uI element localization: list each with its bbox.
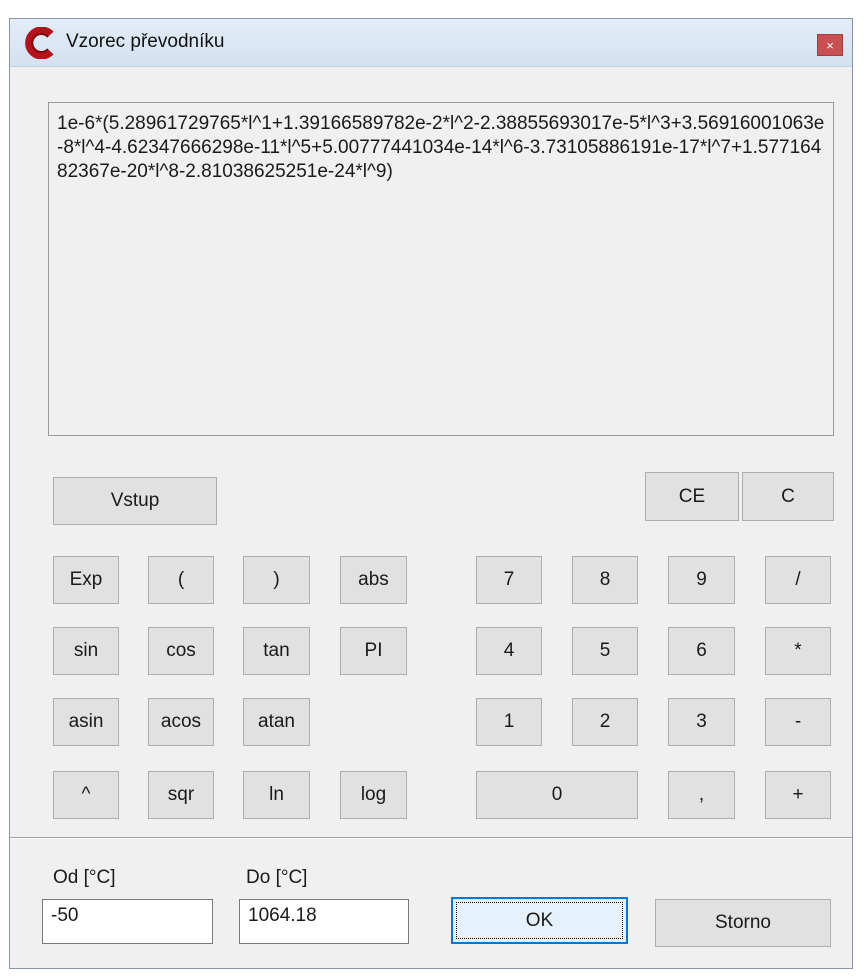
sin-button[interactable]: sin — [53, 627, 119, 675]
clear-button[interactable]: C — [742, 472, 834, 521]
vstup-button[interactable]: Vstup — [53, 477, 217, 525]
clear-entry-button[interactable]: CE — [645, 472, 739, 521]
comma-button[interactable]: , — [668, 771, 735, 819]
right-paren-button[interactable]: ) — [243, 556, 310, 604]
atan-button[interactable]: atan — [243, 698, 310, 746]
digit-2-button[interactable]: 2 — [572, 698, 638, 746]
digit-8-button[interactable]: 8 — [572, 556, 638, 604]
abs-button[interactable]: abs — [340, 556, 407, 604]
digit-3-button[interactable]: 3 — [668, 698, 735, 746]
multiply-button[interactable]: * — [765, 627, 831, 675]
digit-0-button[interactable]: 0 — [476, 771, 638, 819]
from-field[interactable]: -50 — [42, 899, 213, 944]
power-button[interactable]: ^ — [53, 771, 119, 819]
pi-button[interactable]: PI — [340, 627, 407, 675]
digit-4-button[interactable]: 4 — [476, 627, 542, 675]
cancel-button[interactable]: Storno — [655, 899, 831, 947]
ln-button[interactable]: ln — [243, 771, 310, 819]
asin-button[interactable]: asin — [53, 698, 119, 746]
app-logo-icon — [25, 27, 54, 59]
add-button[interactable]: + — [765, 771, 831, 819]
formula-text-area[interactable]: 1e-6*(5.28961729765*l^1+1.39166589782e-2… — [48, 102, 834, 436]
to-field[interactable]: 1064.18 — [239, 899, 409, 944]
focus-outline — [456, 902, 623, 939]
digit-5-button[interactable]: 5 — [572, 627, 638, 675]
left-paren-button[interactable]: ( — [148, 556, 214, 604]
ok-button[interactable]: OK — [451, 897, 628, 944]
digit-6-button[interactable]: 6 — [668, 627, 735, 675]
subtract-button[interactable]: - — [765, 698, 831, 746]
to-label: Do [°C] — [246, 867, 308, 888]
tan-button[interactable]: tan — [243, 627, 310, 675]
log-button[interactable]: log — [340, 771, 407, 819]
from-label: Od [°C] — [53, 867, 116, 888]
divide-button[interactable]: / — [765, 556, 831, 604]
divider — [10, 837, 852, 839]
acos-button[interactable]: acos — [148, 698, 214, 746]
digit-1-button[interactable]: 1 — [476, 698, 542, 746]
digit-7-button[interactable]: 7 — [476, 556, 542, 604]
sqr-button[interactable]: sqr — [148, 771, 214, 819]
formula-dialog: Vzorec převodníku × 1e-6*(5.28961729765*… — [9, 18, 853, 969]
close-button[interactable]: × — [817, 34, 843, 56]
exp-button[interactable]: Exp — [53, 556, 119, 604]
window-title: Vzorec převodníku — [66, 31, 225, 52]
title-bar: Vzorec převodníku × — [10, 19, 852, 67]
cos-button[interactable]: cos — [148, 627, 214, 675]
digit-9-button[interactable]: 9 — [668, 556, 735, 604]
